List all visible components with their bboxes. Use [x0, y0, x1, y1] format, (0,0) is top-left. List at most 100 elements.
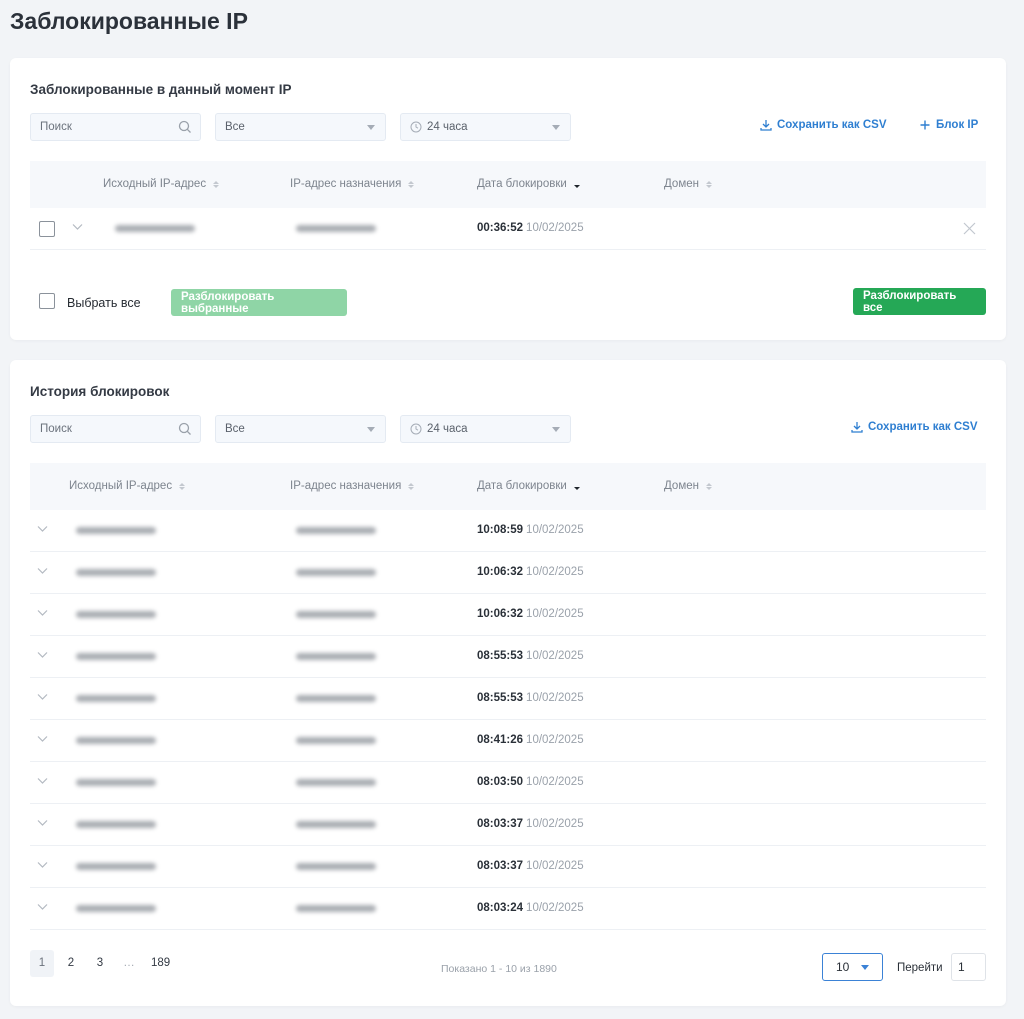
page-title: Заблокированные IP — [10, 8, 248, 34]
redacted-destination-ip — [296, 863, 376, 870]
block-date: 10/02/2025 — [526, 566, 584, 578]
select-all-checkbox[interactable] — [39, 293, 55, 309]
table-row[interactable]: 10:06:32 10/02/2025 — [30, 594, 986, 636]
block-time-value: 08:55:53 — [477, 692, 524, 704]
current-period-select[interactable]: 24 часа — [400, 113, 571, 141]
table-row[interactable]: 10:08:59 10/02/2025 — [30, 510, 986, 552]
row-checkbox[interactable] — [39, 221, 55, 237]
chevron-down-icon[interactable] — [72, 223, 83, 231]
unblock-selected-button[interactable]: Разблокировать выбранные — [171, 289, 347, 316]
chevron-down-icon[interactable] — [37, 525, 48, 533]
block-time: 08:55:53 10/02/2025 — [477, 692, 584, 704]
history-save-csv-button[interactable]: Сохранить как CSV — [851, 421, 978, 433]
redacted-source-ip — [76, 779, 156, 786]
redacted-destination-ip — [296, 527, 376, 534]
history-filters: Все 24 часа Сохранить как CSV — [30, 415, 986, 443]
current-blocked-title: Заблокированные в данный момент IP — [30, 82, 292, 97]
page-button-1[interactable]: 1 — [30, 950, 54, 977]
column-source-ip[interactable]: Исходный IP-адрес — [69, 480, 186, 492]
sort-icon — [408, 180, 415, 188]
close-icon[interactable] — [963, 222, 976, 235]
redacted-source-ip — [76, 569, 156, 576]
goto-page-input[interactable] — [951, 953, 986, 981]
table-row[interactable]: 08:03:37 10/02/2025 — [30, 804, 986, 846]
current-search-input[interactable] — [31, 114, 171, 140]
chevron-down-icon[interactable] — [37, 819, 48, 827]
table-row[interactable]: 08:55:53 10/02/2025 — [30, 636, 986, 678]
table-row[interactable]: 08:41:26 10/02/2025 — [30, 720, 986, 762]
page-button-3[interactable]: 3 — [88, 950, 112, 977]
block-date: 10/02/2025 — [526, 608, 584, 620]
column-domain[interactable]: Домен — [664, 178, 712, 190]
sort-desc-icon — [573, 483, 580, 490]
column-destination-ip[interactable]: IP-адрес назначения — [290, 480, 415, 492]
per-page-value: 10 — [836, 960, 850, 974]
history-type-select[interactable]: Все — [215, 415, 386, 443]
current-save-csv-button[interactable]: Сохранить как CSV — [760, 119, 887, 131]
table-row[interactable]: 00:36:52 10/02/2025 — [30, 208, 986, 250]
block-date: 10/02/2025 — [526, 524, 584, 536]
block-time-value: 08:41:26 — [477, 734, 524, 746]
column-label: Домен — [664, 480, 699, 492]
block-date: 10/02/2025 — [526, 650, 584, 662]
block-time: 08:55:53 10/02/2025 — [477, 650, 584, 662]
current-type-select[interactable]: Все — [215, 113, 386, 141]
download-icon — [851, 422, 863, 433]
column-source-ip[interactable]: Исходный IP-адрес — [103, 178, 220, 190]
column-destination-ip[interactable]: IP-адрес назначения — [290, 178, 415, 190]
history-search-input[interactable] — [31, 416, 171, 442]
history-search-box[interactable] — [30, 415, 201, 443]
block-time-value: 08:55:53 — [477, 650, 524, 662]
page-button-last[interactable]: 189 — [146, 950, 175, 977]
per-page-select[interactable]: 10 — [822, 953, 883, 981]
block-ip-button[interactable]: Блок IP — [919, 119, 978, 131]
unblock-all-button[interactable]: Разблокировать все — [853, 288, 986, 315]
block-time-value: 08:03:37 — [477, 860, 524, 872]
table-row[interactable]: 08:03:37 10/02/2025 — [30, 846, 986, 888]
column-label: Исходный IP-адрес — [103, 178, 207, 190]
column-label: Дата блокировки — [477, 480, 567, 492]
table-row[interactable]: 08:55:53 10/02/2025 — [30, 678, 986, 720]
search-icon — [178, 120, 191, 133]
block-history-title: История блокировок — [30, 384, 170, 399]
redacted-destination-ip — [296, 695, 376, 702]
table-row[interactable]: 08:03:50 10/02/2025 — [30, 762, 986, 804]
save-csv-label: Сохранить как CSV — [777, 119, 887, 131]
chevron-down-icon[interactable] — [37, 567, 48, 575]
download-icon — [760, 120, 772, 131]
redacted-source-ip — [76, 527, 156, 534]
table-row[interactable]: 10:06:32 10/02/2025 — [30, 552, 986, 594]
redacted-source-ip — [76, 653, 156, 660]
chevron-down-icon[interactable] — [37, 651, 48, 659]
chevron-down-icon[interactable] — [37, 861, 48, 869]
redacted-destination-ip — [296, 653, 376, 660]
table-row[interactable]: 08:03:24 10/02/2025 — [30, 888, 986, 930]
column-domain[interactable]: Домен — [664, 480, 712, 492]
block-time: 08:03:37 10/02/2025 — [477, 818, 584, 830]
block-date: 10/02/2025 — [526, 818, 584, 830]
page-ellipsis: … — [123, 957, 135, 969]
block-ip-label: Блок IP — [936, 119, 979, 131]
block-time-value: 00:36:52 — [477, 222, 524, 234]
column-block-date[interactable]: Дата блокировки — [477, 178, 580, 190]
goto-label: Перейти — [897, 962, 943, 974]
block-time-value: 10:06:32 — [477, 608, 524, 620]
chevron-down-icon[interactable] — [37, 693, 48, 701]
block-time: 10:08:59 10/02/2025 — [477, 524, 584, 536]
history-period-select[interactable]: 24 часа — [400, 415, 571, 443]
chevron-down-icon[interactable] — [37, 735, 48, 743]
column-label: Домен — [664, 178, 699, 190]
pagination: 1 2 3 … 189 — [30, 950, 180, 977]
redacted-destination-ip — [296, 737, 376, 744]
current-search-box[interactable] — [30, 113, 201, 141]
caret-down-icon — [367, 125, 375, 130]
sort-icon — [705, 180, 712, 188]
chevron-down-icon[interactable] — [37, 903, 48, 911]
block-date: 10/02/2025 — [526, 734, 584, 746]
chevron-down-icon[interactable] — [37, 609, 48, 617]
column-block-date[interactable]: Дата блокировки — [477, 480, 580, 492]
chevron-down-icon[interactable] — [37, 777, 48, 785]
history-type-value: Все — [225, 423, 245, 435]
page-button-2[interactable]: 2 — [59, 950, 83, 977]
redacted-destination-ip — [296, 225, 376, 232]
